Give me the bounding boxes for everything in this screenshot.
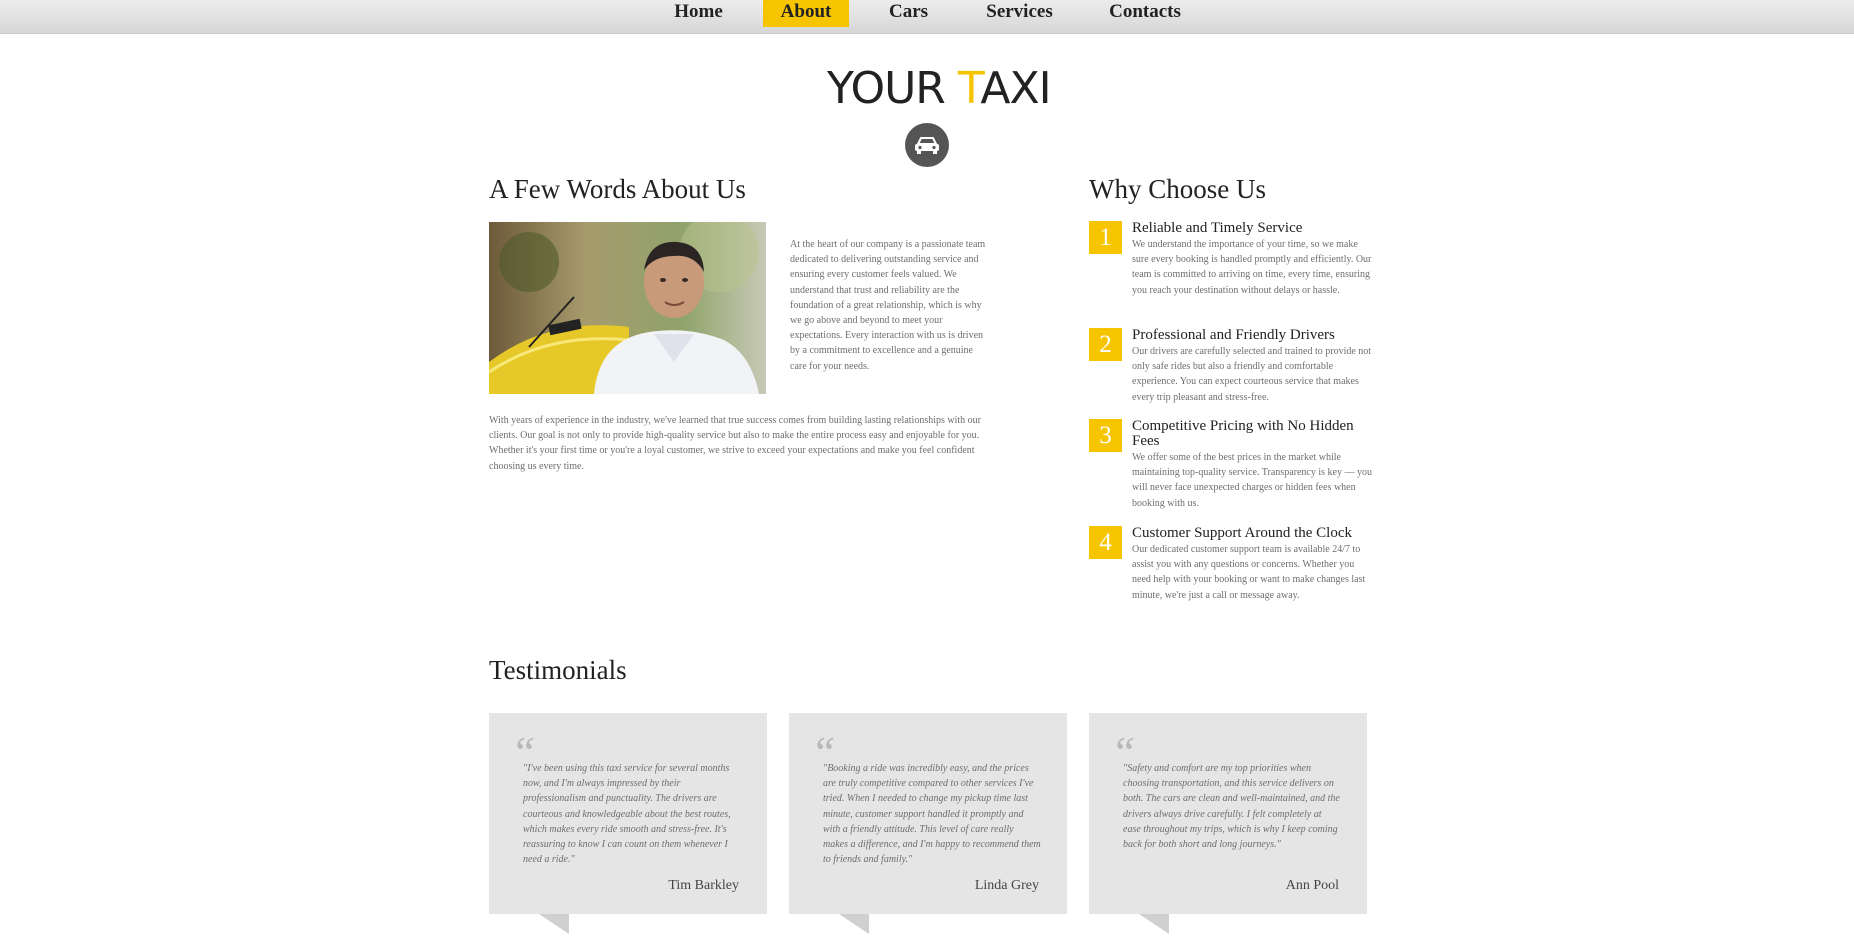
why-item-title: Competitive Pricing with No Hidden Fees: [1132, 418, 1354, 449]
why-item-text: Our dedicated customer support team is a…: [1132, 544, 1366, 601]
main-nav: Home About Cars Services Contacts: [0, 0, 1854, 27]
about-paragraph-1: At the heart of our company is a passion…: [790, 239, 986, 372]
why-item-number: 3: [1089, 419, 1122, 452]
testimonial-card: “ "Booking a ride was incredibly easy, a…: [789, 713, 1067, 914]
about-heading: A Few Words About Us: [489, 174, 746, 204]
driver-photo: [489, 222, 766, 394]
testimonial-tail: [539, 914, 569, 934]
nav-services[interactable]: Services: [981, 0, 1058, 27]
testimonial-quote: "Booking a ride was incredibly easy, and…: [823, 763, 1041, 866]
why-item-title: Customer Support Around the Clock: [1132, 525, 1352, 541]
testimonial-author: Ann Pool: [1285, 878, 1339, 893]
top-navigation-bar: Home About Cars Services Contacts: [0, 0, 1854, 34]
nav-cars[interactable]: Cars: [880, 0, 937, 27]
site-logo[interactable]: YOUR TAXI: [827, 63, 1052, 115]
why-item-number: 1: [1089, 221, 1122, 254]
logo-accent-letter: T: [957, 63, 981, 114]
nav-about[interactable]: About: [763, 0, 849, 27]
nav-contacts[interactable]: Contacts: [1105, 0, 1185, 27]
testimonials-heading: Testimonials: [489, 655, 627, 685]
why-item-title: Professional and Friendly Drivers: [1132, 327, 1335, 343]
testimonial-quote: "Safety and comfort are my top prioritie…: [1123, 763, 1340, 851]
taxi-car-icon: [905, 123, 949, 167]
testimonial-author: Tim Barkley: [668, 878, 739, 893]
testimonial-author: Linda Grey: [974, 878, 1039, 893]
why-item-text: We offer some of the best prices in the …: [1132, 452, 1372, 509]
testimonial-card: “ "Safety and comfort are my top priorit…: [1089, 713, 1367, 914]
about-paragraph-2: With years of experience in the industry…: [489, 415, 982, 472]
why-item-title: Reliable and Timely Service: [1132, 220, 1303, 236]
testimonial-tail: [839, 914, 869, 934]
logo-text-2: AXI: [980, 63, 1051, 114]
why-item-number: 2: [1089, 328, 1122, 361]
why-heading: Why Choose Us: [1089, 174, 1266, 204]
why-item-number: 4: [1089, 526, 1122, 559]
why-item-text: We understand the importance of your tim…: [1132, 239, 1372, 296]
testimonial-card: “ "I've been using this taxi service for…: [489, 713, 767, 914]
nav-home[interactable]: Home: [665, 0, 732, 27]
testimonial-quote: "I've been using this taxi service for s…: [523, 763, 731, 866]
testimonial-tail: [1139, 914, 1169, 934]
logo-text-1: YOUR: [827, 63, 958, 114]
why-item-text: Our drivers are carefully selected and t…: [1132, 346, 1372, 403]
